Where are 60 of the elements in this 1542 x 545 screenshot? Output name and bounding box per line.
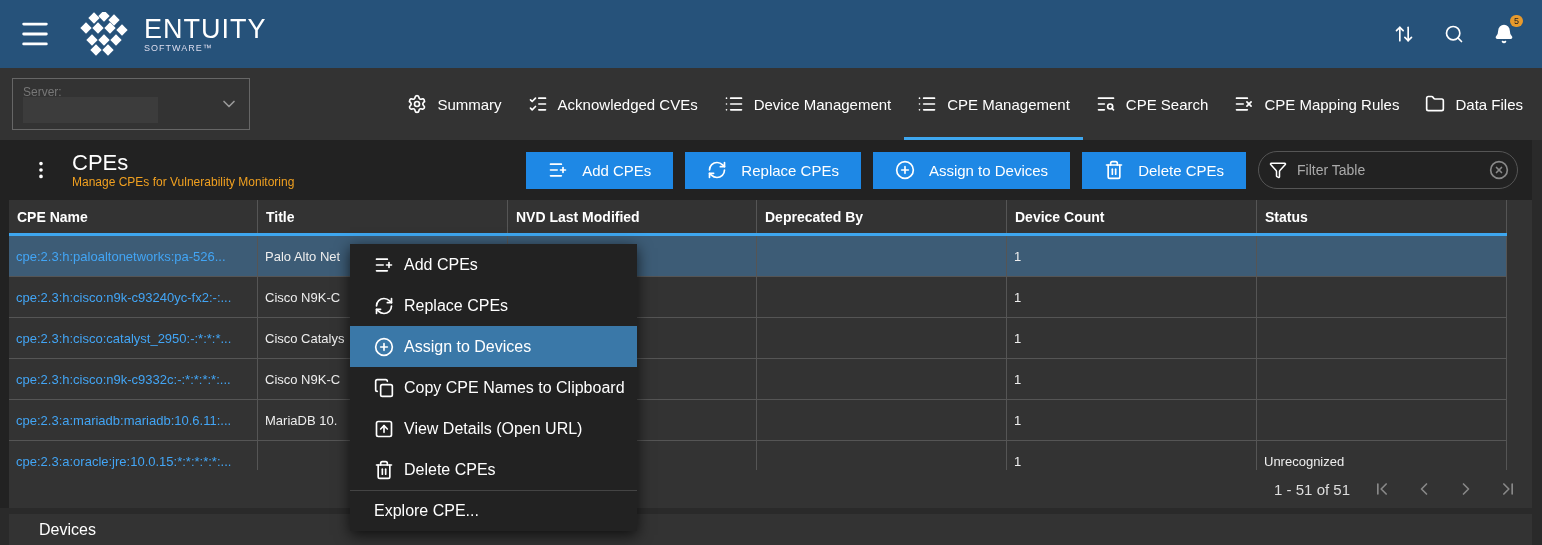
copy-icon <box>374 377 394 398</box>
table-cell: 1 <box>1007 318 1257 358</box>
logo-name: ENTUITY <box>144 15 267 43</box>
column-header[interactable]: Status <box>1257 200 1507 233</box>
nav-tab[interactable]: Data Files <box>1412 68 1536 140</box>
action-button[interactable]: Delete CPEs <box>1082 151 1246 189</box>
menu-item[interactable]: Delete CPEs <box>350 449 637 490</box>
table-cell: 1 <box>1007 359 1257 399</box>
action-button[interactable]: Add CPEs <box>526 151 674 189</box>
nav-tab[interactable]: Device Management <box>710 68 905 140</box>
column-header[interactable]: CPE Name <box>9 200 258 233</box>
table-cell: Unrecognized <box>1257 441 1507 470</box>
cpe-link[interactable]: cpe:2.3:a:mariadb:mariadb:10.6.11:... <box>9 400 258 440</box>
open-box-icon <box>374 418 394 439</box>
panel-subtitle: Manage CPEs for Vulnerability Monitoring <box>72 175 295 189</box>
nav-tab[interactable]: CPE Mapping Rules <box>1221 68 1413 140</box>
column-header[interactable]: Device Count <box>1007 200 1257 233</box>
folder-icon <box>1425 94 1446 114</box>
menu-item[interactable]: Assign to Devices <box>350 326 637 367</box>
menu-item[interactable]: Explore CPE... <box>350 490 637 531</box>
table-cell: 1 <box>1007 277 1257 317</box>
plus-circle-icon <box>374 336 394 357</box>
trash-icon <box>1104 160 1125 180</box>
pagination-range: 1 - 51 of 51 <box>1274 480 1350 498</box>
notification-bell[interactable] <box>1494 24 1514 44</box>
list-search-icon <box>1095 94 1116 114</box>
refresh-icon <box>374 295 394 316</box>
logo-subtitle: SOFTWARE™ <box>144 43 214 53</box>
list-icon <box>917 94 938 114</box>
nav-tab[interactable]: Acknowledged CVEs <box>514 68 711 140</box>
filter-icon <box>1269 161 1287 179</box>
trash-icon <box>374 459 394 480</box>
table-cell: 1 <box>1007 441 1257 470</box>
notification-count: 5 <box>1510 15 1523 27</box>
filter-input[interactable]: Filter Table <box>1295 161 1481 179</box>
search-icon[interactable] <box>1444 24 1464 44</box>
column-header[interactable]: Title <box>258 200 508 233</box>
list-plus-icon <box>548 160 569 180</box>
table-cell: 1 <box>1007 236 1257 276</box>
cpe-link[interactable]: cpe:2.3:a:oracle:jre:10.0.15:*:*:*:*:*:... <box>9 441 258 470</box>
list-icon <box>723 94 744 114</box>
refresh-icon <box>707 160 728 180</box>
column-header[interactable]: NVD Last Modified <box>508 200 757 233</box>
panel-title: CPEs <box>72 151 130 175</box>
swap-icon[interactable] <box>1394 24 1414 44</box>
cpe-link[interactable]: cpe:2.3:h:cisco:n9k-c9332c:-:*:*:*:*:... <box>9 359 258 399</box>
checklist-icon <box>527 94 548 114</box>
plus-circle-icon <box>894 160 915 180</box>
nav-tab[interactable]: CPE Search <box>1082 68 1222 140</box>
cpe-link[interactable]: cpe:2.3:h:cisco:catalyst_2950:-:*:*:*... <box>9 318 258 358</box>
list-x-icon <box>1234 94 1255 114</box>
action-button[interactable]: Assign to Devices <box>872 151 1071 189</box>
clear-icon[interactable] <box>1489 160 1509 180</box>
panel-title: Devices <box>39 521 96 539</box>
column-header[interactable]: Deprecated By <box>757 200 1007 233</box>
table-cell: 1 <box>1007 400 1257 440</box>
gear-icon <box>407 94 428 114</box>
nav-tab[interactable]: Summary <box>394 68 515 140</box>
cpe-link[interactable]: cpe:2.3:h:cisco:n9k-c93240yc-fx2:-:... <box>9 277 258 317</box>
action-button[interactable]: Replace CPEs <box>685 151 861 189</box>
